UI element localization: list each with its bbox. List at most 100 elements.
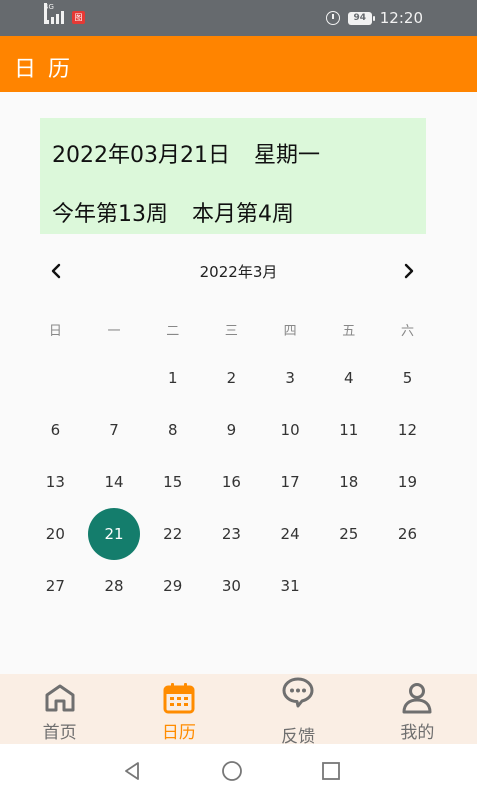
day-cell[interactable]: 22 — [143, 508, 202, 560]
recent-apps-icon[interactable] — [320, 760, 342, 782]
day-cell[interactable]: 27 — [26, 560, 85, 612]
weekday-label: 三 — [224, 324, 238, 339]
day-cell[interactable]: 4 — [319, 352, 378, 404]
month-week: 本月第4周 — [192, 202, 294, 227]
day-cell[interactable]: 18 — [319, 456, 378, 508]
day-cell[interactable]: 7 — [85, 404, 144, 456]
day-cell[interactable]: 9 — [202, 404, 261, 456]
day-number: 26 — [397, 525, 418, 543]
day-cell[interactable]: 24 — [261, 508, 320, 560]
date-line: 2022年03月21日 星期一 — [52, 137, 320, 169]
weekday-label: 一 — [107, 324, 121, 339]
user-icon — [402, 683, 432, 714]
day-number: 6 — [50, 421, 61, 439]
back-icon[interactable] — [121, 760, 143, 782]
home-icon — [45, 684, 75, 712]
battery-icon: 94 — [347, 11, 375, 25]
alarm-icon — [325, 11, 340, 25]
day-cell[interactable]: 10 — [261, 404, 320, 456]
day-cell[interactable]: 26 — [378, 508, 437, 560]
status-time: 12:20 — [379, 9, 423, 27]
page-title: 日历 — [14, 57, 83, 82]
day-cell[interactable]: 5 — [378, 352, 437, 404]
chevron-right-icon — [404, 263, 414, 279]
feedback-icon — [282, 677, 314, 708]
nav-item-feedback[interactable]: 反馈 — [239, 674, 358, 747]
calendar-screen: 4G 图 94 12:20 日历 2022年03月21日 星期一 今年第13周 本月… — [0, 0, 477, 797]
day-number: 5 — [402, 369, 413, 387]
calendar-icon — [163, 683, 195, 714]
day-number: 11 — [339, 421, 359, 439]
week-line: 今年第13周 本月第4周 — [52, 196, 294, 228]
day-cell[interactable]: 14 — [85, 456, 144, 508]
weekday-label: 六 — [400, 324, 414, 339]
nav-item-calendar[interactable]: 日历 — [119, 674, 238, 744]
nav-label-calendar: 日历 — [161, 723, 196, 743]
day-number: 15 — [163, 473, 183, 491]
notification-app-icon: 图 — [72, 10, 85, 24]
day-number: 8 — [167, 421, 178, 439]
nav-item-profile[interactable]: 我的 — [358, 674, 477, 744]
day-number: 29 — [163, 577, 183, 595]
day-cell[interactable]: 12 — [378, 404, 437, 456]
day-cell[interactable]: 30 — [202, 560, 261, 612]
day-cell[interactable]: 20 — [26, 508, 85, 560]
day-number: 4 — [344, 369, 354, 387]
nav-label-profile: 我的 — [400, 723, 435, 743]
day-number: 19 — [397, 473, 418, 491]
weekday-label: 日 — [48, 324, 62, 339]
day-number: 28 — [104, 577, 124, 595]
empty-day-cell — [26, 352, 85, 404]
weekday-header: 日一二三四五六 — [26, 320, 437, 340]
day-number: 23 — [221, 525, 241, 543]
day-number: 25 — [339, 525, 359, 543]
month-header: 2022年3月 — [0, 252, 477, 288]
day-cell[interactable]: 2 — [202, 352, 261, 404]
day-number: 7 — [109, 421, 119, 439]
day-number: 31 — [280, 577, 300, 595]
current-date: 2022年03月21日 — [52, 143, 230, 168]
day-cell[interactable]: 28 — [85, 560, 144, 612]
day-number: 30 — [221, 577, 241, 595]
day-number: 20 — [45, 525, 65, 543]
day-number: 2 — [226, 369, 237, 387]
day-cell[interactable]: 25 — [319, 508, 378, 560]
day-cell-selected[interactable]: 21 — [85, 508, 144, 560]
day-cell[interactable]: 11 — [319, 404, 378, 456]
day-cell[interactable]: 6 — [26, 404, 85, 456]
day-number: 16 — [221, 473, 241, 491]
app-bar: 日历 — [0, 36, 477, 92]
home-circle-icon[interactable] — [221, 760, 243, 782]
day-cell[interactable]: 29 — [143, 560, 202, 612]
nav-label-home: 首页 — [42, 723, 77, 743]
day-number: 12 — [397, 421, 418, 439]
day-cell[interactable]: 19 — [378, 456, 437, 508]
day-number: 21 — [88, 508, 141, 560]
day-cell[interactable]: 3 — [261, 352, 320, 404]
date-info-card: 2022年03月21日 星期一 今年第13周 本月第4周 — [40, 118, 426, 234]
day-cell[interactable]: 15 — [143, 456, 202, 508]
day-cell[interactable]: 23 — [202, 508, 261, 560]
empty-day-cell — [85, 352, 144, 404]
day-number: 9 — [226, 421, 237, 439]
day-cell[interactable]: 17 — [261, 456, 320, 508]
system-navigation-bar — [0, 744, 477, 797]
day-number: 24 — [280, 525, 300, 543]
day-number: 1 — [167, 369, 178, 387]
next-month-button[interactable] — [396, 258, 422, 284]
day-cell[interactable]: 1 — [143, 352, 202, 404]
nav-item-home[interactable]: 首页 — [0, 674, 119, 744]
day-cell[interactable]: 13 — [26, 456, 85, 508]
day-cell[interactable]: 8 — [143, 404, 202, 456]
bottom-navigation: 首页 日历 反馈 我的 — [0, 674, 477, 747]
day-cell[interactable]: 31 — [261, 560, 320, 612]
day-number: 10 — [280, 421, 300, 439]
status-left: 4G 图 — [44, 3, 85, 24]
weekday-label: 五 — [342, 324, 356, 339]
day-number: 22 — [163, 525, 183, 543]
signal-icon: 4G — [44, 3, 66, 24]
day-cell[interactable]: 16 — [202, 456, 261, 508]
weekday-label: 二 — [166, 324, 180, 339]
weekday-label: 四 — [283, 324, 297, 339]
status-bar: 4G 图 94 12:20 — [0, 0, 477, 36]
